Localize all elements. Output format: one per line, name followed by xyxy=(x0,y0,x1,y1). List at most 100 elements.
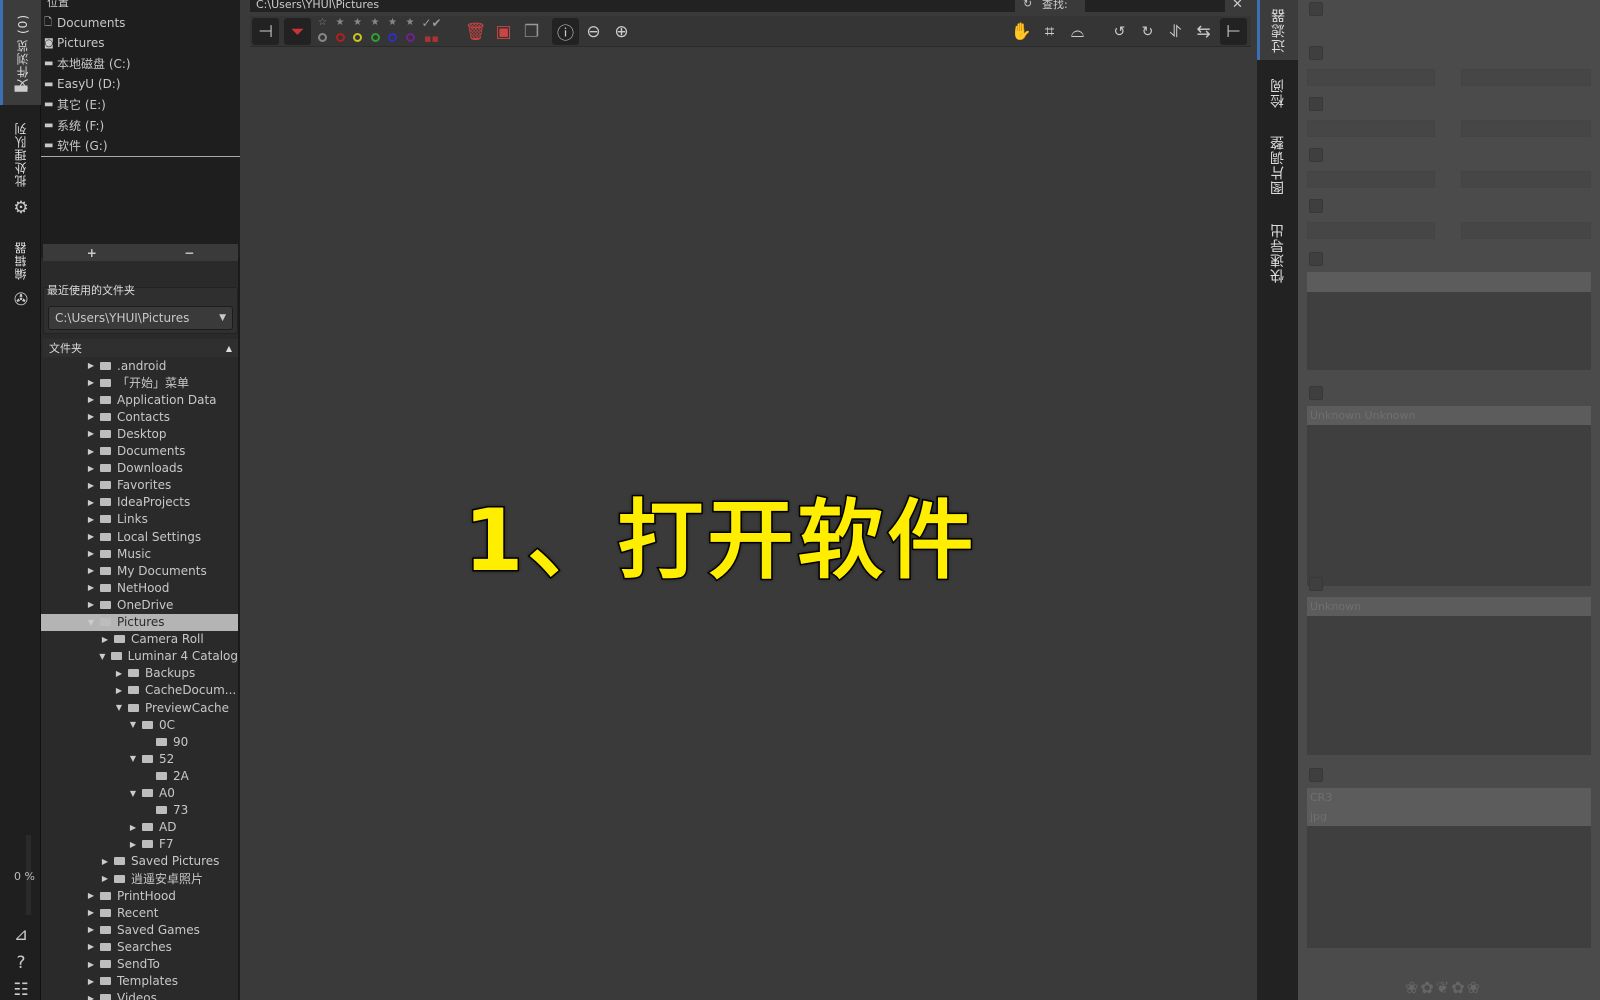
filter-checkbox[interactable] xyxy=(1309,46,1323,60)
expander-closed-icon[interactable]: ▶ xyxy=(85,942,97,951)
unchecked-icon[interactable]: ✓✔ xyxy=(418,16,445,30)
folder-tree-item[interactable]: 73 xyxy=(41,802,238,819)
color-label-filter-icon[interactable] xyxy=(388,33,397,42)
filter-checkbox[interactable] xyxy=(1309,199,1323,213)
range-field[interactable] xyxy=(1307,120,1435,137)
folder-tree-item[interactable]: ▶ 逍遥安卓照片 xyxy=(41,870,238,887)
expander-open-icon[interactable]: ▼ xyxy=(97,652,109,661)
folder-tree-item[interactable]: ▼ A0 xyxy=(41,785,238,802)
filetype-list-item[interactable]: jpg xyxy=(1307,807,1591,826)
star-filter-icon[interactable]: ★ xyxy=(371,17,380,28)
expander-closed-icon[interactable]: ▶ xyxy=(85,412,97,421)
range-field[interactable] xyxy=(1307,171,1435,188)
expander-open-icon[interactable]: ▼ xyxy=(127,720,139,729)
folder-tree-item[interactable]: ▶ Saved Games xyxy=(41,921,238,938)
place-item[interactable]: ▬ EasyU (D:) xyxy=(44,75,121,93)
folder-tree-item[interactable]: ▼ 0C xyxy=(41,716,238,733)
filter-checkbox[interactable] xyxy=(1309,148,1323,162)
range-field[interactable] xyxy=(1461,171,1591,188)
not-trash-icon[interactable]: ▣ xyxy=(490,18,517,45)
expander-open-icon[interactable]: ▼ xyxy=(127,754,139,763)
expander-closed-icon[interactable]: ▶ xyxy=(99,635,111,644)
folder-tree-item[interactable]: ▶ Recent xyxy=(41,904,238,921)
expander-closed-icon[interactable]: ▶ xyxy=(99,874,111,883)
remove-place-button[interactable]: − xyxy=(184,246,194,260)
filetype-list-item[interactable]: CR3 xyxy=(1307,788,1591,807)
folder-tree-item[interactable]: ▼ Luminar 4 Catalog xyxy=(41,648,238,665)
folder-tree-item[interactable]: ▶ Videos xyxy=(41,990,238,1000)
folder-tree-item[interactable]: ▶ SendTo xyxy=(41,956,238,973)
path-input[interactable]: C:\Users\YHUI\Pictures xyxy=(250,0,1015,12)
add-place-button[interactable]: + xyxy=(87,246,97,260)
expander-closed-icon[interactable]: ▶ xyxy=(85,600,97,609)
help-icon[interactable]: ? xyxy=(10,953,32,973)
tab-batch-queue[interactable]: 批处理队列 xyxy=(0,118,41,190)
folder-tree-item[interactable]: 2A xyxy=(41,767,238,784)
folder-tree-item[interactable]: ▼ 52 xyxy=(41,750,238,767)
expander-closed-icon[interactable]: ▶ xyxy=(127,840,139,849)
expander-closed-icon[interactable]: ▶ xyxy=(113,669,125,678)
filter-checkbox[interactable] xyxy=(1309,577,1323,591)
star-filter-icon[interactable]: ☆ xyxy=(318,17,327,28)
edited-filter-icon[interactable]: ▪▪ xyxy=(418,31,445,45)
folder-tree-item[interactable]: ▶ F7 xyxy=(41,836,238,853)
folder-tree-item[interactable]: ▶ AD xyxy=(41,819,238,836)
expander-closed-icon[interactable]: ▶ xyxy=(85,361,97,370)
color-label-filter-icon[interactable] xyxy=(370,33,380,42)
folder-tree-item[interactable]: ▶ Templates xyxy=(41,973,238,990)
range-field[interactable] xyxy=(1307,69,1435,86)
tab-inspect[interactable]: 检阅 xyxy=(1257,68,1298,118)
expander-open-icon[interactable]: ▼ xyxy=(113,703,125,712)
trash-icon[interactable]: 🗑 xyxy=(462,18,489,45)
folder-tree-item[interactable]: ▶ .android xyxy=(41,357,238,374)
toggle-right-panel-icon[interactable]: ⊢ xyxy=(1220,18,1247,45)
expander-closed-icon[interactable]: ▶ xyxy=(99,857,111,866)
folder-tree-item[interactable]: ▶ OneDrive xyxy=(41,596,238,613)
original-icon[interactable]: ❐ xyxy=(518,18,545,45)
camera-list[interactable]: Unknown Unknown xyxy=(1307,406,1591,586)
add-new-icon[interactable]: ⊿ xyxy=(10,925,32,945)
zoom-in-icon[interactable]: ⊕ xyxy=(608,18,635,45)
place-item[interactable]: ▬ 其它 (E:) xyxy=(44,96,106,114)
star-filter-icon[interactable]: ★ xyxy=(353,17,362,28)
expander-closed-icon[interactable]: ▶ xyxy=(85,378,97,387)
folder-tree-item[interactable]: ▶ Camera Roll xyxy=(41,631,238,648)
expander-closed-icon[interactable]: ▶ xyxy=(85,447,97,456)
flip-horizontal-icon[interactable]: ⇆ xyxy=(1190,18,1217,45)
folder-tree-item[interactable]: ▶ 「开始」菜单 xyxy=(41,374,238,391)
folder-tree-item[interactable]: ▶ Backups xyxy=(41,665,238,682)
expander-closed-icon[interactable]: ▶ xyxy=(113,686,125,695)
zoom-out-icon[interactable]: ⊖ xyxy=(580,18,607,45)
star-filter-icon[interactable]: ★ xyxy=(336,17,345,28)
expander-closed-icon[interactable]: ▶ xyxy=(127,823,139,832)
color-label-filter-icon[interactable] xyxy=(318,33,327,42)
lens-list-item[interactable]: Unknown xyxy=(1307,597,1591,616)
expander-closed-icon[interactable]: ▶ xyxy=(85,960,97,969)
rotate-left-icon[interactable]: ↺ xyxy=(1106,18,1133,45)
color-label-filter-icon[interactable] xyxy=(335,33,345,42)
range-field[interactable] xyxy=(1461,222,1591,239)
tab-image-adjust[interactable]: 图片调整 xyxy=(1257,130,1298,200)
color-label-filter-icon[interactable] xyxy=(405,33,415,42)
info-icon[interactable]: ⓘ xyxy=(552,18,579,45)
recent-folder-select[interactable]: C:\Users\YHUI\Pictures ▼ xyxy=(48,306,233,330)
place-item[interactable]: ◙ Pictures xyxy=(44,34,105,52)
folders-header[interactable]: 文件夹 ▲ xyxy=(43,339,238,357)
expander-closed-icon[interactable]: ▶ xyxy=(85,395,97,404)
folder-tree-item[interactable]: ▶ Searches xyxy=(41,938,238,955)
expander-closed-icon[interactable]: ▶ xyxy=(85,925,97,934)
clear-find-button[interactable]: ✕ xyxy=(1232,0,1243,12)
folder-tree-item[interactable]: ▶ Documents xyxy=(41,443,238,460)
expander-closed-icon[interactable]: ▶ xyxy=(85,891,97,900)
star-filter-icon[interactable]: ★ xyxy=(406,17,415,28)
straighten-icon[interactable]: ⌓ xyxy=(1064,18,1091,45)
range-field[interactable] xyxy=(1461,69,1591,86)
date-list[interactable] xyxy=(1307,272,1591,370)
expander-closed-icon[interactable]: ▶ xyxy=(85,429,97,438)
crop-icon[interactable]: ⌗ xyxy=(1036,18,1063,45)
filter-icon[interactable]: ⏷ xyxy=(284,18,311,45)
place-item[interactable]: ▬ 系统 (F:) xyxy=(44,116,104,134)
color-label-filter-icon[interactable] xyxy=(353,33,362,42)
folder-tree-item[interactable]: ▶ CacheDocum... xyxy=(41,682,238,699)
lens-list[interactable]: Unknown xyxy=(1307,597,1591,755)
